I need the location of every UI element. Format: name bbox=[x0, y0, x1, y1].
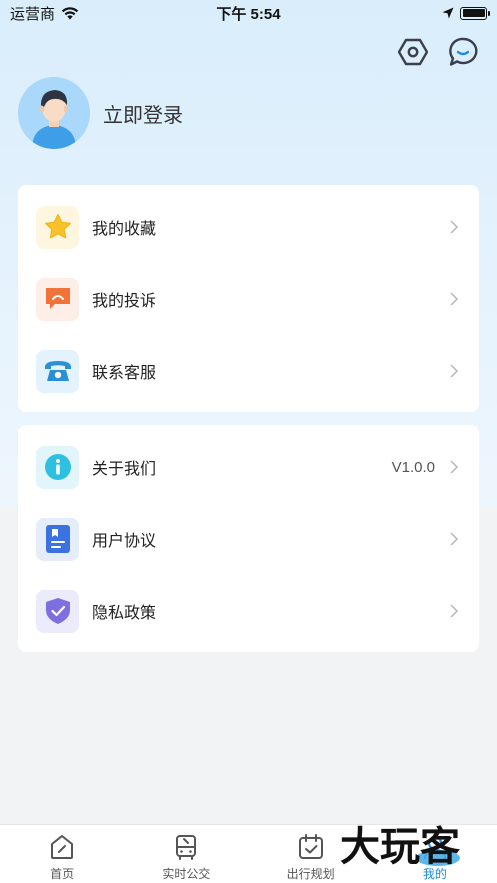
menu-item-about[interactable]: 关于我们 V1.0.0 bbox=[18, 431, 479, 503]
status-bar: 运营商 下午 5:54 bbox=[0, 0, 497, 26]
menu-item-favorites[interactable]: 我的收藏 bbox=[18, 191, 479, 263]
complaint-icon bbox=[36, 277, 79, 321]
wifi-icon bbox=[61, 6, 79, 19]
avatar-person-icon bbox=[18, 77, 90, 149]
watermark-logo: 大玩客 bbox=[340, 824, 460, 870]
top-actions bbox=[397, 36, 479, 68]
tab-realtime-bus[interactable]: 实时公交 bbox=[124, 825, 248, 883]
settings-hexagon-icon bbox=[398, 38, 428, 66]
version-label: V1.0.0 bbox=[391, 458, 435, 476]
tab-home[interactable]: 首页 bbox=[0, 825, 124, 883]
chevron-right-icon bbox=[450, 220, 459, 234]
status-left: 运营商 bbox=[10, 3, 79, 24]
phone-icon bbox=[36, 349, 79, 393]
chat-bubble-icon bbox=[449, 37, 478, 66]
carrier-label: 运营商 bbox=[10, 5, 56, 23]
menu-item-complaints[interactable]: 我的投诉 bbox=[18, 263, 479, 335]
menu-card-secondary: 关于我们 V1.0.0 用户协议 隐私政策 bbox=[18, 425, 479, 652]
menu-label: 我的投诉 bbox=[92, 293, 157, 310]
settings-button[interactable] bbox=[397, 36, 429, 68]
menu-label: 隐私政策 bbox=[92, 605, 157, 622]
chevron-right-icon bbox=[450, 460, 459, 474]
message-button[interactable] bbox=[447, 36, 479, 68]
profile-section: 立即登录 bbox=[18, 77, 183, 149]
tab-label: 实时公交 bbox=[162, 867, 211, 881]
info-icon bbox=[36, 445, 79, 489]
location-arrow-icon bbox=[442, 7, 454, 19]
chevron-right-icon bbox=[450, 604, 459, 618]
menu-label: 我的收藏 bbox=[92, 221, 157, 238]
menu-item-privacy-policy[interactable]: 隐私政策 bbox=[18, 575, 479, 647]
menu-card-primary: 我的收藏 我的投诉 联系客服 bbox=[18, 185, 479, 412]
status-right bbox=[442, 6, 490, 20]
menu-label: 关于我们 bbox=[92, 461, 157, 478]
menu-item-customer-service[interactable]: 联系客服 bbox=[18, 335, 479, 407]
chevron-right-icon bbox=[450, 292, 459, 306]
home-icon bbox=[51, 835, 74, 859]
chevron-right-icon bbox=[450, 364, 459, 378]
star-icon bbox=[36, 205, 79, 249]
menu-label: 联系客服 bbox=[92, 365, 157, 382]
chevron-right-icon bbox=[450, 532, 459, 546]
document-icon bbox=[36, 517, 79, 561]
tab-label: 出行规划 bbox=[286, 867, 335, 881]
battery-icon bbox=[460, 6, 490, 20]
bus-icon bbox=[176, 835, 197, 860]
tab-label: 首页 bbox=[50, 867, 75, 881]
avatar[interactable] bbox=[18, 77, 90, 149]
watermark-text: 大玩客 bbox=[340, 824, 460, 870]
calendar-icon bbox=[298, 834, 323, 859]
menu-item-user-agreement[interactable]: 用户协议 bbox=[18, 503, 479, 575]
shield-icon bbox=[36, 589, 79, 633]
login-link[interactable]: 立即登录 bbox=[103, 99, 183, 128]
menu-label: 用户协议 bbox=[92, 533, 157, 550]
